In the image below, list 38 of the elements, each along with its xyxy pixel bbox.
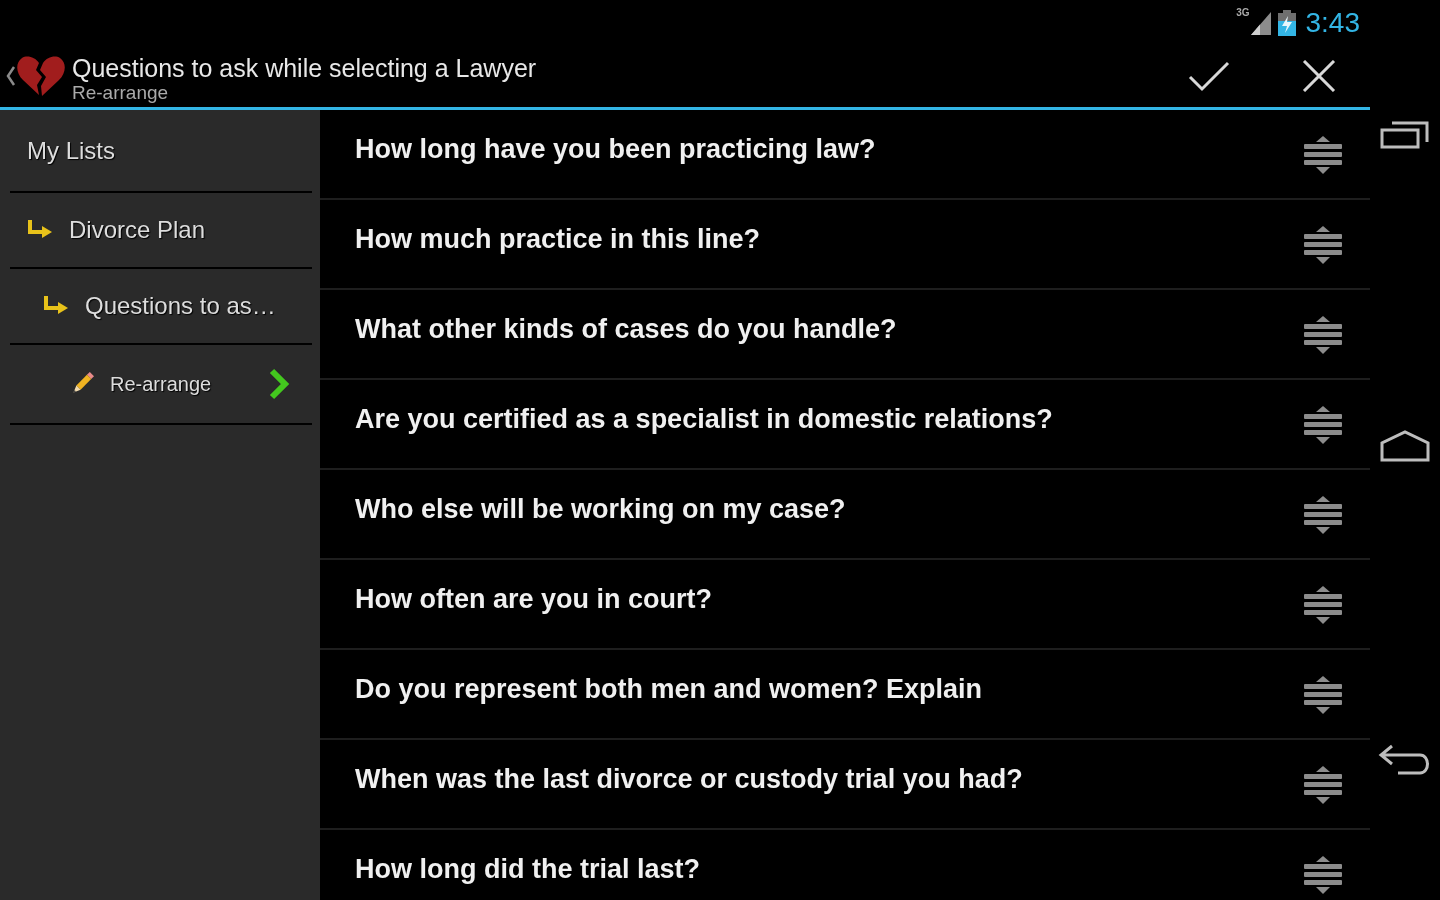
broken-heart-icon[interactable] [16, 55, 66, 97]
question-text: Do you represent both men and women? Explain [355, 674, 983, 704]
check-icon [1188, 60, 1230, 92]
sidebar-header: My Lists [10, 110, 312, 193]
question-text: How much practice in this line? [355, 224, 761, 254]
question-text: What other kinds of cases do you handle? [355, 314, 897, 344]
question-text: Are you certified as a specialist in domestic relations? [355, 404, 1053, 434]
network-type-label: 3G [1236, 8, 1250, 18]
screen-title: Questions to ask while selecting a Lawyer [72, 54, 537, 82]
screen-subtitle: Re-arrange [72, 82, 170, 104]
recent-apps-icon[interactable] [1380, 120, 1430, 150]
corner-arrow-icon [27, 219, 53, 241]
battery-charging-icon [1277, 9, 1296, 36]
sidebar-item[interactable]: Re-arrange [10, 345, 312, 425]
drag-handle-icon[interactable] [1302, 134, 1344, 176]
clock-time: 3:43 [1305, 8, 1360, 37]
drag-handle-icon[interactable] [1302, 224, 1344, 266]
question-text: Who else will be working on my case? [355, 494, 846, 524]
caret-left-icon [6, 65, 16, 87]
corner-arrow-icon [43, 295, 69, 317]
chevron-right-icon [268, 368, 290, 401]
signal-icon [1249, 10, 1272, 35]
question-text: How long have you been practicing law? [355, 134, 876, 164]
back-icon[interactable] [1378, 742, 1432, 776]
drag-handle-icon[interactable] [1302, 404, 1344, 446]
question-text: When was the last divorce or custody trial you had? [355, 764, 1023, 794]
close-icon [1302, 60, 1336, 92]
question-text: How long did the trial last? [355, 854, 700, 884]
drag-handle-icon[interactable] [1302, 854, 1344, 896]
drag-handle-icon[interactable] [1302, 674, 1344, 716]
home-icon[interactable] [1380, 430, 1430, 462]
drag-handle-icon[interactable] [1302, 494, 1344, 536]
drag-handle-icon[interactable] [1302, 584, 1344, 626]
drag-handle-icon[interactable] [1302, 764, 1344, 806]
sidebar-item[interactable]: Divorce Plan [10, 193, 312, 269]
sidebar-item[interactable]: Questions to as… [10, 269, 312, 345]
drag-handle-icon[interactable] [1302, 314, 1344, 356]
question-text: How often are you in court? [355, 584, 712, 614]
